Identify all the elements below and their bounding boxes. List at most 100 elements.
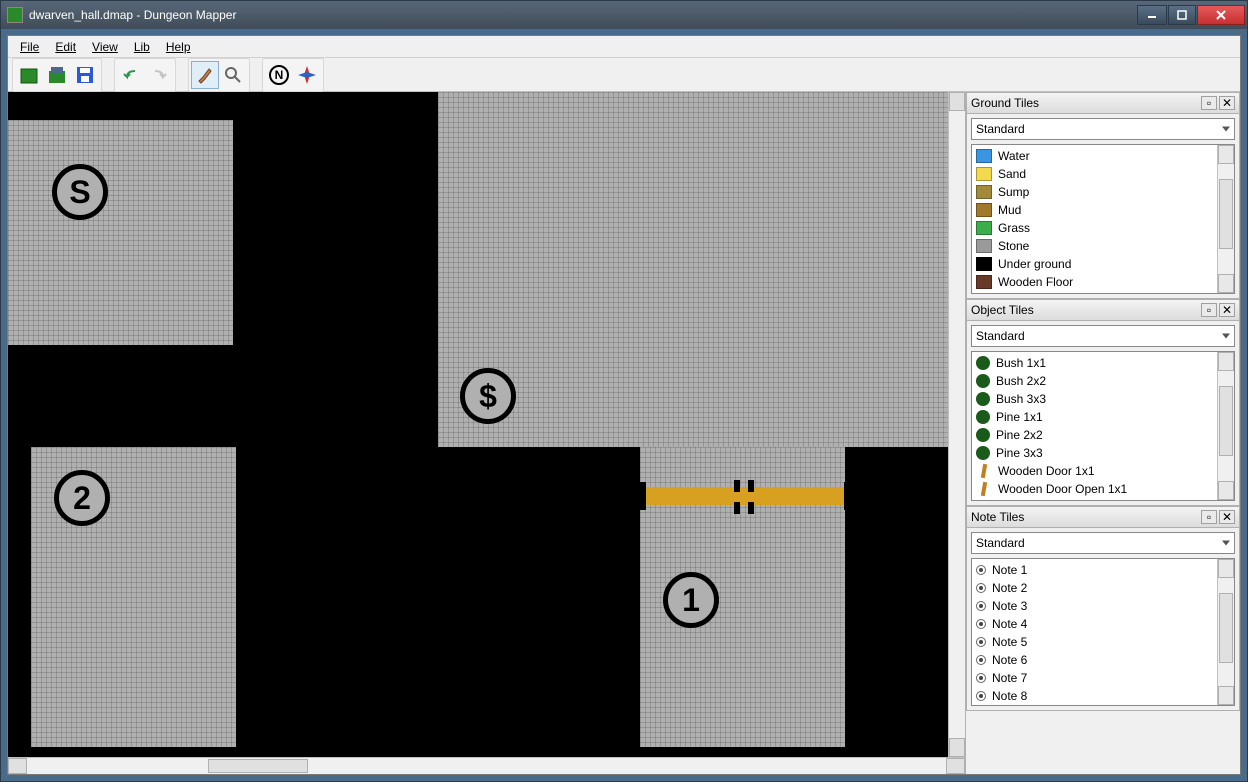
panel-close-icon[interactable]: ✕ (1219, 303, 1235, 317)
panel-close-icon[interactable]: ✕ (1219, 96, 1235, 110)
panel-note-tiles: Note Tiles ▫ ✕ Standard Note 1Note 2Note… (966, 506, 1240, 711)
ground-tiles-list[interactable]: Water Sand Sump MudGrassStone Under ground Wo… (971, 144, 1235, 294)
redo-button[interactable] (145, 61, 173, 89)
close-button[interactable] (1197, 5, 1245, 25)
ground-set-combo[interactable]: Standard (971, 118, 1235, 140)
marker-treasure[interactable]: $ (460, 368, 516, 424)
list-item[interactable]: Bush 2x2 (972, 372, 1234, 390)
list-item-label: Sand (998, 167, 1026, 181)
color-swatch (976, 257, 992, 271)
list-item[interactable]: Mud (972, 201, 1234, 219)
room-start (8, 120, 233, 345)
list-item[interactable]: Note 5 (972, 633, 1234, 651)
list-item[interactable]: Wooden Door 1x1 (972, 462, 1234, 480)
list-item-label: Pine 2x2 (996, 428, 1043, 442)
list-item[interactable]: Wooden Door Open 1x1 (972, 480, 1234, 498)
list-item-label: Bush 1x1 (996, 356, 1046, 370)
bush-icon (976, 446, 990, 460)
color-swatch (976, 167, 992, 181)
list-item[interactable]: Note 2 (972, 579, 1234, 597)
canvas-container: S $ 2 1 (8, 92, 966, 774)
marker-start[interactable]: S (52, 164, 108, 220)
menu-lib[interactable]: Lib (126, 38, 158, 56)
panel-float-icon[interactable]: ▫ (1201, 96, 1217, 110)
marker-one[interactable]: 1 (663, 572, 719, 628)
list-item[interactable]: Water (972, 147, 1234, 165)
marker-two[interactable]: 2 (54, 470, 110, 526)
menu-help[interactable]: Help (158, 38, 199, 56)
bridge-post (844, 482, 850, 510)
window-title: dwarven_hall.dmap - Dungeon Mapper (29, 8, 1136, 22)
panel-header-object[interactable]: Object Tiles ▫ ✕ (966, 299, 1240, 321)
north-toggle-button[interactable]: N (265, 61, 293, 89)
list-item-label: Note 2 (992, 581, 1027, 595)
list-scrollbar[interactable] (1217, 559, 1234, 705)
list-scrollbar[interactable] (1217, 352, 1234, 500)
list-item[interactable]: Stone (972, 237, 1234, 255)
combo-value: Standard (976, 329, 1025, 343)
door-icon (981, 464, 987, 478)
list-item-label: Under ground (998, 257, 1071, 271)
panel-float-icon[interactable]: ▫ (1201, 303, 1217, 317)
minimize-button[interactable] (1137, 5, 1167, 25)
list-item[interactable]: Under ground (972, 255, 1234, 273)
list-item-label: Water (998, 149, 1030, 163)
bush-icon (976, 428, 990, 442)
menu-view[interactable]: View (84, 38, 126, 56)
list-item-label: Wooden Floor (998, 275, 1073, 289)
maximize-button[interactable] (1168, 5, 1196, 25)
list-item[interactable]: Pine 1x1 (972, 408, 1234, 426)
new-map-button[interactable] (15, 61, 43, 89)
list-item[interactable]: Pine 2x2 (972, 426, 1234, 444)
canvas-hscroll[interactable] (8, 757, 965, 774)
list-scrollbar[interactable] (1217, 145, 1234, 293)
list-item[interactable]: Note 6 (972, 651, 1234, 669)
map-canvas[interactable]: S $ 2 1 (8, 92, 948, 757)
list-item[interactable]: Note 3 (972, 597, 1234, 615)
note-tiles-list[interactable]: Note 1 Note 2 Note 3Note 4 Note 5 Note 6 Note… (971, 558, 1235, 706)
object-set-combo[interactable]: Standard (971, 325, 1235, 347)
list-item[interactable]: Note 7 (972, 669, 1234, 687)
note-icon (976, 601, 986, 611)
list-item[interactable]: Sand (972, 165, 1234, 183)
open-map-button[interactable] (43, 61, 71, 89)
panel-header-ground[interactable]: Ground Tiles ▫ ✕ (966, 92, 1240, 114)
picker-tool-button[interactable] (219, 61, 247, 89)
list-item[interactable]: Note 8 (972, 687, 1234, 705)
panel-title: Ground Tiles (971, 96, 1039, 110)
list-item[interactable]: Pine 3x3 (972, 444, 1234, 462)
brush-tool-button[interactable] (191, 61, 219, 89)
door-icon (981, 482, 987, 496)
panel-title: Object Tiles (971, 303, 1034, 317)
panel-close-icon[interactable]: ✕ (1219, 510, 1235, 524)
list-item[interactable]: Bush 1x1 (972, 354, 1234, 372)
list-item-label: Note 6 (992, 653, 1027, 667)
combo-value: Standard (976, 122, 1025, 136)
menu-edit[interactable]: Edit (47, 38, 84, 56)
list-item-label: Pine 1x1 (996, 410, 1043, 424)
list-item[interactable]: Note 1 (972, 561, 1234, 579)
panel-float-icon[interactable]: ▫ (1201, 510, 1217, 524)
object-tiles-list[interactable]: Bush 1x1 Bush 2x2 Bush 3x3 Pine 1x1 Pine 2x2… (971, 351, 1235, 501)
list-item[interactable]: Wooden Floor (972, 273, 1234, 291)
client-area: File Edit View Lib Help (7, 35, 1241, 775)
note-icon (976, 583, 986, 593)
panel-header-note[interactable]: Note Tiles ▫ ✕ (966, 506, 1240, 528)
list-item[interactable]: Grass (972, 219, 1234, 237)
list-item[interactable]: Bush 3x3 (972, 390, 1234, 408)
list-item-label: Sump (998, 185, 1029, 199)
list-item-label: Bush 3x3 (996, 392, 1046, 406)
list-item[interactable]: Note 4 (972, 615, 1234, 633)
list-item-label: Note 1 (992, 563, 1027, 577)
titlebar[interactable]: dwarven_hall.dmap - Dungeon Mapper (1, 1, 1247, 29)
note-set-combo[interactable]: Standard (971, 532, 1235, 554)
panel-ground-tiles: Ground Tiles ▫ ✕ Standard Water Sand Sump M… (966, 92, 1240, 299)
canvas-vscroll[interactable] (948, 92, 965, 757)
menu-file[interactable]: File (12, 38, 47, 56)
list-item[interactable]: Sump (972, 183, 1234, 201)
toolbar: N (8, 58, 1240, 92)
save-map-button[interactable] (71, 61, 99, 89)
list-item-label: Note 5 (992, 635, 1027, 649)
undo-button[interactable] (117, 61, 145, 89)
compass-toggle-button[interactable] (293, 61, 321, 89)
